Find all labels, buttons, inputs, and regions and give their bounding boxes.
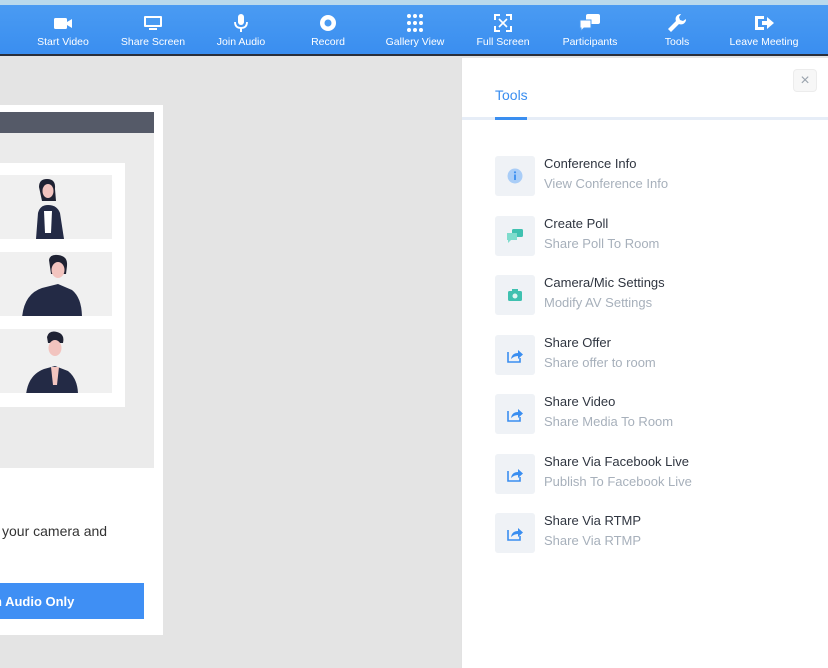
close-icon: × <box>800 71 810 89</box>
tools-button[interactable]: Tools <box>658 5 696 54</box>
share-screen-button[interactable]: Share Screen <box>119 5 187 54</box>
tool-share-facebook-live[interactable]: Share Via Facebook Live Publish To Faceb… <box>495 454 805 496</box>
tool-subtitle: Share Via RTMP <box>544 533 642 548</box>
tool-title: Share Video <box>544 394 616 409</box>
tool-share-offer[interactable]: Share Offer Share offer to room <box>495 335 805 377</box>
tool-share-video[interactable]: Share Video Share Media To Room <box>495 394 805 436</box>
video-camera-icon <box>54 18 72 29</box>
participants-button[interactable]: Participants <box>558 5 622 54</box>
tool-title: Share Via RTMP <box>544 513 642 528</box>
tool-create-poll[interactable]: Create Poll Share Poll To Room <box>495 216 805 258</box>
avatar-tile <box>0 252 112 316</box>
info-icon <box>507 168 523 184</box>
avatar-tile <box>0 329 112 393</box>
audio-prompt-card: your camera and n Audio Only <box>0 470 163 635</box>
share-screen-label: Share Screen <box>120 36 186 48</box>
tool-icon-box <box>495 335 535 375</box>
start-video-label: Start Video <box>37 36 89 48</box>
participants-icon <box>579 14 600 33</box>
record-icon <box>320 15 336 31</box>
tab-tools[interactable]: Tools <box>495 87 528 103</box>
tool-title: Create Poll <box>544 216 609 231</box>
close-panel-button[interactable]: × <box>793 69 817 92</box>
join-audio-only-label: n Audio Only <box>0 593 75 609</box>
start-video-button[interactable]: Start Video <box>31 5 95 54</box>
tool-icon-box <box>495 513 535 553</box>
join-audio-label: Join Audio <box>216 36 266 48</box>
active-tab-indicator <box>495 117 527 120</box>
tool-title: Conference Info <box>544 156 637 171</box>
tool-icon-box <box>495 275 535 315</box>
poll-chat-icon <box>507 229 523 243</box>
tool-title: Share Offer <box>544 335 611 350</box>
tool-subtitle: Share Poll To Room <box>544 236 660 251</box>
avatar-tile <box>0 175 112 239</box>
wrench-icon <box>668 13 687 32</box>
meeting-stage: your camera and n Audio Only <box>0 58 460 668</box>
tool-icon-box <box>495 156 535 196</box>
tool-icon-box <box>495 394 535 434</box>
grid-icon <box>407 14 423 32</box>
preview-window-bar <box>0 112 154 133</box>
monitor-icon <box>144 16 162 30</box>
tool-subtitle: View Conference Info <box>544 176 669 191</box>
person-man-illustration <box>22 254 82 316</box>
prompt-message: your camera and <box>2 523 108 539</box>
gallery-view-label: Gallery View <box>385 36 445 48</box>
tool-camera-mic-settings[interactable]: Camera/Mic Settings Modify AV Settings <box>495 275 805 317</box>
record-button[interactable]: Record <box>305 5 351 54</box>
share-arrow-icon <box>507 409 523 422</box>
tool-subtitle: Modify AV Settings <box>544 295 653 310</box>
share-arrow-icon <box>507 528 523 541</box>
leave-icon <box>755 16 774 30</box>
full-screen-button[interactable]: Full Screen <box>474 5 532 54</box>
full-screen-label: Full Screen <box>476 36 530 48</box>
microphone-icon <box>234 14 248 32</box>
person-man-illustration <box>26 331 78 393</box>
tool-subtitle: Share Media To Room <box>544 414 674 429</box>
preview-illustration <box>0 105 163 470</box>
leave-meeting-label: Leave Meeting <box>729 36 799 48</box>
camera-icon <box>508 289 522 301</box>
meeting-toolbar: Start Video Share Screen Join Audio Reco… <box>0 5 828 56</box>
person-woman-illustration <box>36 179 64 239</box>
tool-conference-info[interactable]: Conference Info View Conference Info <box>495 156 805 198</box>
tool-subtitle: Publish To Facebook Live <box>544 474 692 489</box>
participant-illustration-list <box>0 163 125 407</box>
join-audio-only-button[interactable]: n Audio Only <box>0 583 144 619</box>
tool-subtitle: Share offer to room <box>544 355 656 370</box>
join-audio-button[interactable]: Join Audio <box>213 5 269 54</box>
tools-label: Tools <box>664 36 690 48</box>
leave-meeting-button[interactable]: Leave Meeting <box>728 5 800 54</box>
tool-title: Share Via Facebook Live <box>544 454 690 469</box>
share-arrow-icon <box>507 350 523 363</box>
tool-share-rtmp[interactable]: Share Via RTMP Share Via RTMP <box>495 513 805 555</box>
participants-label: Participants <box>562 36 618 48</box>
tools-panel: × Tools Conference Info View Conference … <box>461 58 828 668</box>
tool-icon-box <box>495 454 535 494</box>
gallery-view-button[interactable]: Gallery View <box>383 5 447 54</box>
record-label: Record <box>311 36 345 48</box>
tool-icon-box <box>495 216 535 256</box>
share-arrow-icon <box>507 469 523 482</box>
tool-title: Camera/Mic Settings <box>544 275 665 290</box>
fullscreen-icon <box>494 14 512 32</box>
